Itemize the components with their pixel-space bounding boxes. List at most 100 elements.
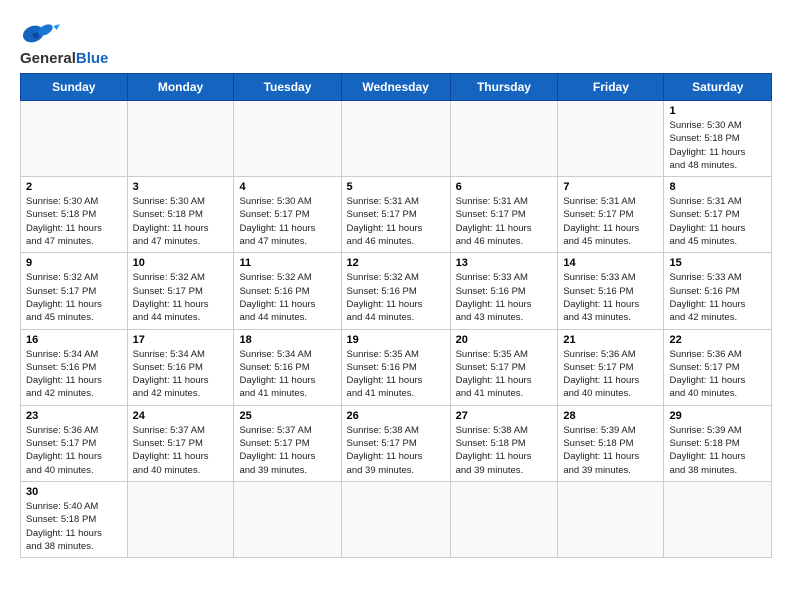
day-info: Sunrise: 5:39 AM Sunset: 5:18 PM Dayligh… — [669, 424, 766, 477]
day-number: 1 — [669, 105, 766, 117]
day-number: 13 — [456, 257, 553, 269]
day-number: 22 — [669, 334, 766, 346]
calendar-cell: 25Sunrise: 5:37 AM Sunset: 5:17 PM Dayli… — [234, 405, 341, 481]
weekday-header-friday: Friday — [558, 74, 664, 101]
calendar-week-1: 1 Sunrise: 5:30 AM Sunset: 5:18 PM Daylig… — [21, 101, 772, 177]
calendar-cell — [558, 101, 664, 177]
calendar-cell: 10 Sunrise: 5:32 AM Sunset: 5:17 PM Dayli… — [127, 253, 234, 329]
calendar-cell: 29 Sunrise: 5:39 AM Sunset: 5:18 PM Dayli… — [664, 405, 772, 481]
day-number: 27 — [456, 410, 553, 422]
calendar-cell: 22Sunrise: 5:36 AM Sunset: 5:17 PM Dayli… — [664, 329, 772, 405]
day-info: Sunrise: 5:33 AM Sunset: 5:16 PM Dayligh… — [456, 271, 553, 324]
calendar-cell: 1 Sunrise: 5:30 AM Sunset: 5:18 PM Daylig… — [664, 101, 772, 177]
calendar-cell: 19 Sunrise: 5:35 AM Sunset: 5:16 PM Dayli… — [341, 329, 450, 405]
logo-icon — [20, 20, 60, 48]
logo: General Blue — [20, 20, 108, 67]
day-number: 4 — [239, 181, 335, 193]
day-info: Sunrise: 5:38 AM Sunset: 5:18 PM Dayligh… — [456, 424, 553, 477]
day-info: Sunrise: 5:37 AM Sunset: 5:17 PM Dayligh… — [133, 424, 229, 477]
calendar-cell — [558, 481, 664, 557]
day-number: 12 — [347, 257, 445, 269]
day-info: Sunrise: 5:34 AM Sunset: 5:16 PM Dayligh… — [239, 348, 335, 401]
calendar-cell: 18 Sunrise: 5:34 AM Sunset: 5:16 PM Dayli… — [234, 329, 341, 405]
day-number: 16 — [26, 334, 122, 346]
calendar-cell: 12Sunrise: 5:32 AM Sunset: 5:16 PM Dayli… — [341, 253, 450, 329]
calendar-table: SundayMondayTuesdayWednesdayThursdayFrid… — [20, 73, 772, 558]
calendar-week-5: 23Sunrise: 5:36 AM Sunset: 5:17 PM Dayli… — [21, 405, 772, 481]
calendar-cell: 17 Sunrise: 5:34 AM Sunset: 5:16 PM Dayli… — [127, 329, 234, 405]
day-info: Sunrise: 5:30 AM Sunset: 5:18 PM Dayligh… — [669, 119, 766, 172]
calendar-cell: 8 Sunrise: 5:31 AM Sunset: 5:17 PM Daylig… — [664, 177, 772, 253]
day-info: Sunrise: 5:34 AM Sunset: 5:16 PM Dayligh… — [26, 348, 122, 401]
calendar-cell: 24 Sunrise: 5:37 AM Sunset: 5:17 PM Dayli… — [127, 405, 234, 481]
day-info: Sunrise: 5:38 AM Sunset: 5:17 PM Dayligh… — [347, 424, 445, 477]
weekday-header-monday: Monday — [127, 74, 234, 101]
day-number: 24 — [133, 410, 229, 422]
calendar-cell — [450, 481, 558, 557]
day-info: Sunrise: 5:30 AM Sunset: 5:17 PM Dayligh… — [239, 195, 335, 248]
day-number: 11 — [239, 257, 335, 269]
calendar-cell — [234, 481, 341, 557]
day-info: Sunrise: 5:30 AM Sunset: 5:18 PM Dayligh… — [26, 195, 122, 248]
calendar-week-6: 30Sunrise: 5:40 AM Sunset: 5:18 PM Dayli… — [21, 481, 772, 557]
calendar-cell: 2 Sunrise: 5:30 AM Sunset: 5:18 PM Daylig… — [21, 177, 128, 253]
calendar-cell — [21, 101, 128, 177]
day-number: 6 — [456, 181, 553, 193]
day-number: 17 — [133, 334, 229, 346]
day-info: Sunrise: 5:40 AM Sunset: 5:18 PM Dayligh… — [26, 500, 122, 553]
day-number: 2 — [26, 181, 122, 193]
calendar-cell: 21Sunrise: 5:36 AM Sunset: 5:17 PM Dayli… — [558, 329, 664, 405]
day-number: 14 — [563, 257, 658, 269]
day-number: 8 — [669, 181, 766, 193]
day-number: 3 — [133, 181, 229, 193]
calendar-week-4: 16 Sunrise: 5:34 AM Sunset: 5:16 PM Dayli… — [21, 329, 772, 405]
day-number: 18 — [239, 334, 335, 346]
calendar-cell: 27 Sunrise: 5:38 AM Sunset: 5:18 PM Dayli… — [450, 405, 558, 481]
day-number: 28 — [563, 410, 658, 422]
calendar-cell: 28 Sunrise: 5:39 AM Sunset: 5:18 PM Dayli… — [558, 405, 664, 481]
calendar-cell: 15Sunrise: 5:33 AM Sunset: 5:16 PM Dayli… — [664, 253, 772, 329]
day-number: 29 — [669, 410, 766, 422]
calendar-cell: 9Sunrise: 5:32 AM Sunset: 5:17 PM Daylig… — [21, 253, 128, 329]
day-number: 7 — [563, 181, 658, 193]
day-info: Sunrise: 5:34 AM Sunset: 5:16 PM Dayligh… — [133, 348, 229, 401]
day-info: Sunrise: 5:32 AM Sunset: 5:16 PM Dayligh… — [239, 271, 335, 324]
calendar-cell — [450, 101, 558, 177]
day-info: Sunrise: 5:31 AM Sunset: 5:17 PM Dayligh… — [669, 195, 766, 248]
day-number: 20 — [456, 334, 553, 346]
day-info: Sunrise: 5:35 AM Sunset: 5:16 PM Dayligh… — [347, 348, 445, 401]
calendar-cell: 20Sunrise: 5:35 AM Sunset: 5:17 PM Dayli… — [450, 329, 558, 405]
day-number: 26 — [347, 410, 445, 422]
day-info: Sunrise: 5:32 AM Sunset: 5:17 PM Dayligh… — [133, 271, 229, 324]
day-number: 19 — [347, 334, 445, 346]
calendar-cell: 13 Sunrise: 5:33 AM Sunset: 5:16 PM Dayli… — [450, 253, 558, 329]
weekday-header-tuesday: Tuesday — [234, 74, 341, 101]
calendar-cell: 16 Sunrise: 5:34 AM Sunset: 5:16 PM Dayli… — [21, 329, 128, 405]
calendar-cell: 7Sunrise: 5:31 AM Sunset: 5:17 PM Daylig… — [558, 177, 664, 253]
day-info: Sunrise: 5:37 AM Sunset: 5:17 PM Dayligh… — [239, 424, 335, 477]
calendar-cell: 23Sunrise: 5:36 AM Sunset: 5:17 PM Dayli… — [21, 405, 128, 481]
day-number: 15 — [669, 257, 766, 269]
page-header: General Blue — [20, 16, 772, 67]
day-info: Sunrise: 5:30 AM Sunset: 5:18 PM Dayligh… — [133, 195, 229, 248]
weekday-header-wednesday: Wednesday — [341, 74, 450, 101]
calendar-cell — [234, 101, 341, 177]
calendar-cell: 14 Sunrise: 5:33 AM Sunset: 5:16 PM Dayli… — [558, 253, 664, 329]
day-info: Sunrise: 5:33 AM Sunset: 5:16 PM Dayligh… — [563, 271, 658, 324]
day-info: Sunrise: 5:31 AM Sunset: 5:17 PM Dayligh… — [456, 195, 553, 248]
weekday-header-row: SundayMondayTuesdayWednesdayThursdayFrid… — [21, 74, 772, 101]
calendar-cell — [127, 481, 234, 557]
weekday-header-saturday: Saturday — [664, 74, 772, 101]
calendar-cell: 4 Sunrise: 5:30 AM Sunset: 5:17 PM Daylig… — [234, 177, 341, 253]
day-info: Sunrise: 5:39 AM Sunset: 5:18 PM Dayligh… — [563, 424, 658, 477]
day-info: Sunrise: 5:31 AM Sunset: 5:17 PM Dayligh… — [347, 195, 445, 248]
calendar-cell: 5Sunrise: 5:31 AM Sunset: 5:17 PM Daylig… — [341, 177, 450, 253]
weekday-header-sunday: Sunday — [21, 74, 128, 101]
calendar-cell: 26 Sunrise: 5:38 AM Sunset: 5:17 PM Dayli… — [341, 405, 450, 481]
calendar-body: 1 Sunrise: 5:30 AM Sunset: 5:18 PM Daylig… — [21, 101, 772, 558]
logo-text-blue: Blue — [76, 50, 109, 67]
calendar-header: SundayMondayTuesdayWednesdayThursdayFrid… — [21, 74, 772, 101]
calendar-week-2: 2 Sunrise: 5:30 AM Sunset: 5:18 PM Daylig… — [21, 177, 772, 253]
calendar-cell — [341, 101, 450, 177]
day-number: 10 — [133, 257, 229, 269]
